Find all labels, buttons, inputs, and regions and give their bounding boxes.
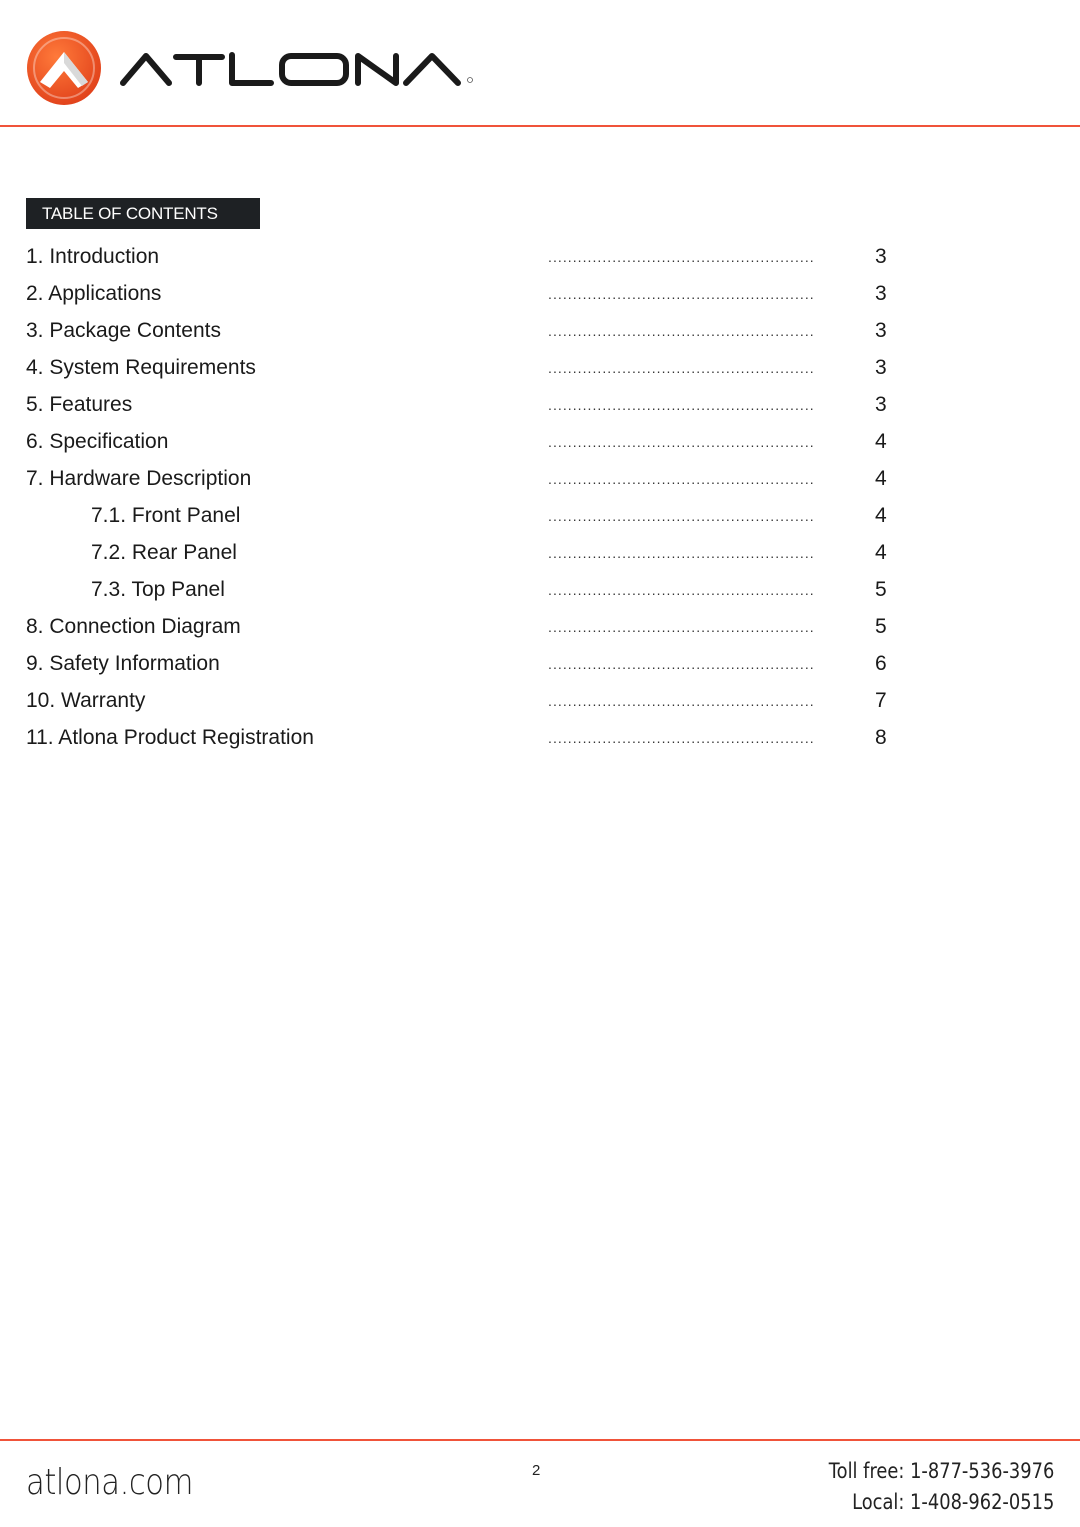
toc-entry-page: 3 — [875, 356, 887, 379]
toc-entry-page: 4 — [875, 504, 887, 527]
toc-entry-title[interactable]: 6. Specification — [26, 425, 168, 459]
toc-entry[interactable]: 11. Atlona Product Registration.........… — [26, 721, 926, 758]
header-divider — [0, 125, 1080, 127]
toc-entry[interactable]: 9. Safety Information...................… — [26, 647, 926, 684]
toc-entry[interactable]: 7.2. Rear Panel.........................… — [26, 536, 926, 573]
toc-entry-page: 4 — [875, 430, 887, 453]
toc-leader-dots: ........................................… — [548, 619, 815, 635]
toc-entry-title[interactable]: 10. Warranty — [26, 684, 145, 718]
toc-entry[interactable]: 5. Features.............................… — [26, 388, 926, 425]
toc-entry-title[interactable]: 7.1. Front Panel — [91, 499, 240, 533]
toc-heading: TABLE OF CONTENTS — [26, 198, 260, 229]
toc-leader-dots: ........................................… — [548, 582, 815, 598]
toc-entry-title[interactable]: 4. System Requirements — [26, 351, 256, 385]
toc-leader-dots: ........................................… — [548, 730, 815, 746]
table-of-contents: 1. Introduction.........................… — [26, 240, 926, 758]
toc-entry-title[interactable]: 8. Connection Diagram — [26, 610, 241, 644]
toc-entry[interactable]: 3. Package Contents.....................… — [26, 314, 926, 351]
toll-free-number: Toll free: 1-877-536-3976 — [828, 1459, 1054, 1483]
toc-entry-title[interactable]: 1. Introduction — [26, 240, 159, 274]
toc-leader-dots: ........................................… — [548, 656, 815, 672]
toc-entry-page: 5 — [875, 615, 887, 638]
toc-entry-page: 5 — [875, 578, 887, 601]
toc-entry[interactable]: 6. Specification........................… — [26, 425, 926, 462]
toc-entry-title[interactable]: 7. Hardware Description — [26, 462, 251, 496]
local-number: Local: 1-408-962-0515 — [851, 1490, 1054, 1514]
toc-leader-dots: ........................................… — [548, 397, 815, 413]
toc-entry-page: 4 — [875, 541, 887, 564]
toc-entry-title[interactable]: 5. Features — [26, 388, 132, 422]
toc-entry-page: 3 — [875, 282, 887, 305]
toc-entry[interactable]: 8. Connection Diagram...................… — [26, 610, 926, 647]
toc-entry-title[interactable]: 7.3. Top Panel — [91, 573, 225, 607]
toc-leader-dots: ........................................… — [548, 360, 815, 376]
toc-entry[interactable]: 7. Hardware Description.................… — [26, 462, 926, 499]
toc-leader-dots: ........................................… — [548, 434, 815, 450]
toc-leader-dots: ........................................… — [548, 323, 815, 339]
toc-leader-dots: ........................................… — [548, 693, 815, 709]
toc-entry-title[interactable]: 9. Safety Information — [26, 647, 220, 681]
toc-entry[interactable]: 2. Applications.........................… — [26, 277, 926, 314]
atlona-logo-mark — [27, 31, 473, 105]
toc-leader-dots: ........................................… — [548, 508, 815, 524]
toc-entry-page: 3 — [875, 245, 887, 268]
toc-leader-dots: ........................................… — [548, 545, 815, 561]
logo-wordmark — [120, 52, 461, 86]
toc-entry-title[interactable]: 3. Package Contents — [26, 314, 221, 348]
toc-entry-title[interactable]: 2. Applications — [26, 277, 161, 311]
atlona-logo — [26, 30, 506, 108]
footer-contact: Toll free: 1-877-536-3976 Local: 1-408-9… — [828, 1456, 1054, 1518]
toc-leader-dots: ........................................… — [548, 286, 815, 302]
toc-entry[interactable]: 1. Introduction.........................… — [26, 240, 926, 277]
toc-entry-page: 3 — [875, 393, 887, 416]
toc-entry[interactable]: 7.3. Top Panel..........................… — [26, 573, 926, 610]
toc-leader-dots: ........................................… — [548, 249, 815, 265]
page-number: 2 — [532, 1462, 541, 1479]
toc-entry[interactable]: 7.1. Front Panel........................… — [26, 499, 926, 536]
toc-entry-page: 6 — [875, 652, 887, 675]
toc-entry-page: 4 — [875, 467, 887, 490]
toc-entry-page: 8 — [875, 726, 887, 749]
toc-entry-title[interactable]: 11. Atlona Product Registration — [26, 721, 314, 755]
toc-entry[interactable]: 10. Warranty............................… — [26, 684, 926, 721]
toc-entry-page: 3 — [875, 319, 887, 342]
toc-entry[interactable]: 4. System Requirements..................… — [26, 351, 926, 388]
toc-leader-dots: ........................................… — [548, 471, 815, 487]
toc-entry-page: 7 — [875, 689, 887, 712]
footer-website[interactable]: atlona.com — [26, 1462, 193, 1503]
toc-entry-title[interactable]: 7.2. Rear Panel — [91, 536, 237, 570]
footer-divider — [0, 1439, 1080, 1441]
